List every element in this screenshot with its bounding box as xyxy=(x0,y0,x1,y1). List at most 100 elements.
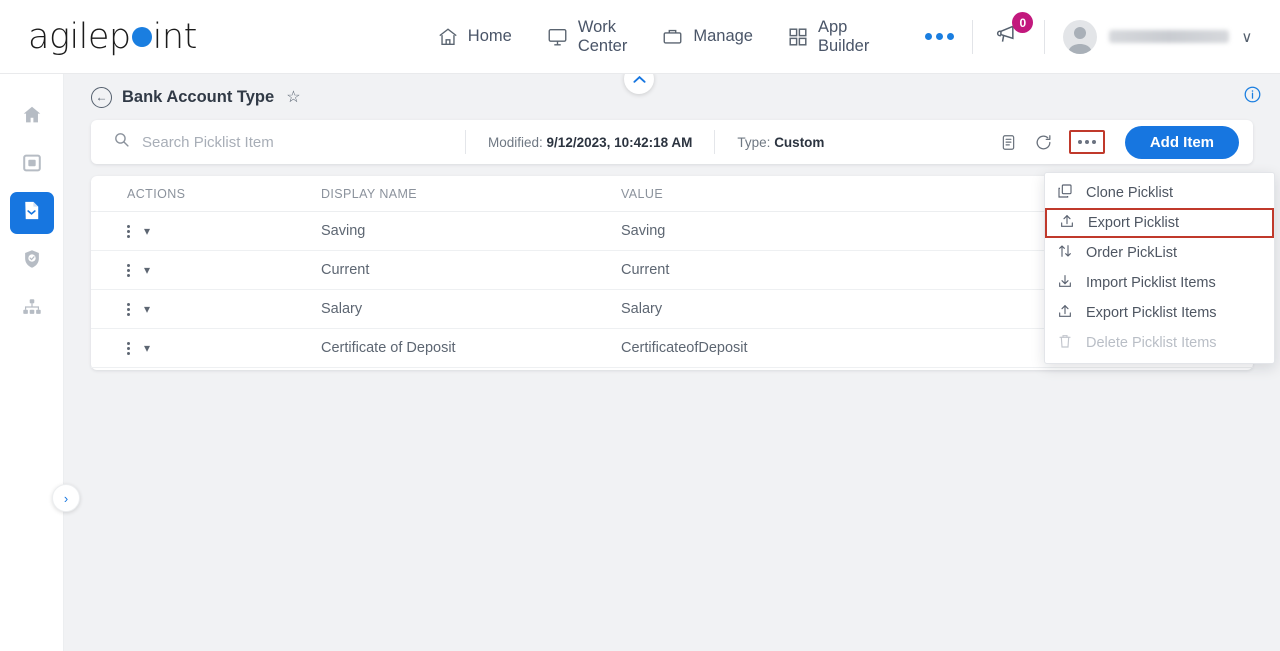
top-navigation-bar: agilep int Home Work Center Manage App Bu… xyxy=(0,0,1280,74)
cell-value: Saving xyxy=(621,223,666,239)
search-icon xyxy=(105,131,142,153)
sidebar-item-hierarchy[interactable] xyxy=(10,288,54,330)
search-box[interactable] xyxy=(105,131,465,153)
megaphone-icon xyxy=(995,25,1022,51)
cell-display-name: Certificate of Deposit xyxy=(321,340,456,356)
nav-item-home[interactable]: Home xyxy=(437,26,512,48)
picklist-toolbar: Modified: 9/12/2023, 10:42:18 AM Type: C… xyxy=(91,120,1253,164)
menu-item-export-picklist[interactable]: Export Picklist xyxy=(1045,208,1274,238)
refresh-icon[interactable] xyxy=(1034,133,1053,152)
row-expand-chevron-icon[interactable]: ▾ xyxy=(144,302,150,316)
sidebar-item-work-center[interactable] xyxy=(10,144,54,186)
column-header-actions: ACTIONS xyxy=(127,186,186,201)
main-content: ← Bank Account Type ☆ Modified: 9/12/202… xyxy=(64,64,1280,651)
download-icon xyxy=(1057,273,1073,293)
modified-meta: Modified: 9/12/2023, 10:42:18 AM xyxy=(466,135,714,150)
logo-text-part1: agilep xyxy=(28,16,131,57)
menu-label: Import Picklist Items xyxy=(1086,275,1216,291)
cell-display-name: Saving xyxy=(321,223,366,239)
menu-label: Order PickList xyxy=(1086,245,1178,261)
row-menu-icon[interactable] xyxy=(127,302,130,316)
row-expand-chevron-icon[interactable]: ▾ xyxy=(144,224,150,238)
grid-icon xyxy=(787,26,809,48)
add-item-button[interactable]: Add Item xyxy=(1124,125,1239,159)
nav-label-work-center: Work Center xyxy=(577,17,628,55)
org-chart-icon xyxy=(21,296,43,323)
home-icon xyxy=(437,26,459,48)
nav-item-app-builder[interactable]: App Builder xyxy=(787,18,869,56)
nav-label-manage: Manage xyxy=(693,27,753,45)
cell-value: Salary xyxy=(621,301,663,317)
column-header-display-name: DISPLAY NAME xyxy=(321,186,418,201)
user-name xyxy=(1109,30,1230,43)
sidebar-item-home[interactable] xyxy=(10,96,54,138)
page-title: Bank Account Type xyxy=(122,87,275,106)
upload-icon xyxy=(1057,303,1073,323)
type-value: Custom xyxy=(774,134,825,150)
sort-arrows-icon xyxy=(1057,243,1073,263)
picklist-options-menu: Clone Picklist Export Picklist Order Pic… xyxy=(1044,172,1275,364)
agilepoint-logo[interactable]: agilep int xyxy=(28,17,197,57)
monitor-icon xyxy=(546,26,569,48)
menu-item-import-picklist-items[interactable]: Import Picklist Items xyxy=(1045,268,1274,298)
menu-item-clone-picklist[interactable]: Clone Picklist xyxy=(1045,178,1274,208)
row-actions: ▾ xyxy=(91,224,321,238)
cell-display-name: Current xyxy=(321,262,370,278)
upload-icon xyxy=(1059,213,1075,233)
nav-item-manage[interactable]: Manage xyxy=(661,26,753,48)
clipboard-icon[interactable] xyxy=(999,133,1018,152)
toolbar-actions: Add Item xyxy=(999,125,1239,159)
back-arrow-icon[interactable]: ← xyxy=(91,86,112,108)
sidebar-expand-toggle[interactable]: › xyxy=(52,484,80,512)
column-header-value: VALUE xyxy=(621,186,664,201)
type-meta: Type: Custom xyxy=(715,135,846,150)
logo-dot-icon xyxy=(131,26,152,47)
divider xyxy=(972,19,974,54)
row-actions: ▾ xyxy=(91,341,321,355)
row-menu-icon[interactable] xyxy=(127,224,130,238)
more-options-button[interactable] xyxy=(1068,130,1105,154)
menu-item-export-picklist-items[interactable]: Export Picklist Items xyxy=(1045,298,1274,328)
nav-label-app-builder: App Builder xyxy=(817,17,870,55)
divider xyxy=(1044,19,1046,54)
row-actions: ▾ xyxy=(91,263,321,277)
favorite-star-icon[interactable]: ☆ xyxy=(286,87,300,107)
copy-icon xyxy=(1057,183,1073,203)
page-header: ← Bank Account Type ☆ xyxy=(64,74,1280,120)
trash-icon xyxy=(1057,333,1073,353)
menu-label: Delete Picklist Items xyxy=(1086,335,1217,351)
row-menu-icon[interactable] xyxy=(127,263,130,277)
notifications-button[interactable]: 0 xyxy=(991,12,1034,56)
menu-label: Export Picklist xyxy=(1088,215,1180,231)
cell-value: CertificateofDeposit xyxy=(621,340,748,356)
row-actions: ▾ xyxy=(91,302,321,316)
briefcase-icon xyxy=(661,26,684,48)
toolbar-card: Modified: 9/12/2023, 10:42:18 AM Type: C… xyxy=(91,120,1253,164)
sidebar-item-picklist[interactable] xyxy=(9,192,54,234)
type-label: Type: xyxy=(737,134,771,150)
top-right-cluster: 0 ∨ xyxy=(954,12,1280,56)
modified-value: 9/12/2023, 10:42:18 AM xyxy=(546,134,693,150)
menu-item-order-picklist[interactable]: Order PickList xyxy=(1045,238,1274,268)
modified-label: Modified: xyxy=(488,134,543,150)
nav-label-home: Home xyxy=(467,27,512,45)
nav-more-dots-icon[interactable] xyxy=(925,33,955,40)
monitor-icon xyxy=(21,152,43,179)
nav-item-work-center[interactable]: Work Center xyxy=(546,17,628,56)
document-chevron-icon xyxy=(20,199,43,227)
row-expand-chevron-icon[interactable]: ▾ xyxy=(144,263,150,277)
cell-value: Current xyxy=(621,262,670,278)
main-nav: Home Work Center Manage App Builder xyxy=(437,18,955,56)
info-circle-icon[interactable] xyxy=(1243,85,1262,109)
sidebar-item-security[interactable] xyxy=(10,240,54,282)
row-expand-chevron-icon[interactable]: ▾ xyxy=(144,341,150,355)
menu-label: Export Picklist Items xyxy=(1086,305,1217,321)
home-icon xyxy=(21,104,43,131)
avatar[interactable] xyxy=(1063,19,1098,54)
search-input[interactable] xyxy=(142,133,432,151)
left-sidebar: › xyxy=(0,74,80,651)
logo-text-part2: int xyxy=(152,16,198,57)
menu-label: Clone Picklist xyxy=(1086,185,1174,201)
chevron-down-icon[interactable]: ∨ xyxy=(1241,28,1252,46)
row-menu-icon[interactable] xyxy=(127,341,130,355)
